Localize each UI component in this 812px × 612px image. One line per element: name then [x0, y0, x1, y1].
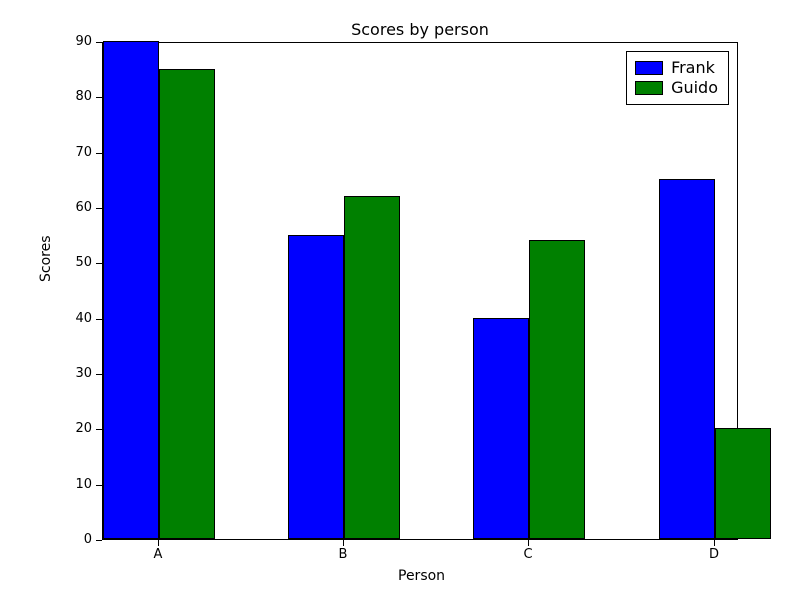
ytick-label: 30 — [72, 367, 92, 381]
plot-area: Frank Guido — [102, 42, 738, 540]
xtick-label: A — [154, 548, 163, 562]
ytick-label: 80 — [72, 90, 92, 104]
legend: Frank Guido — [626, 51, 729, 105]
ytick-label: 0 — [72, 533, 92, 547]
bar-frank-a — [103, 41, 159, 539]
legend-label-frank: Frank — [671, 58, 715, 78]
legend-label-guido: Guido — [671, 78, 718, 98]
xtick-label: D — [709, 548, 719, 562]
xtick-label: B — [339, 548, 348, 562]
legend-item-frank: Frank — [635, 58, 718, 78]
ytick — [96, 208, 102, 209]
ytick — [96, 97, 102, 98]
ytick — [96, 485, 102, 486]
xtick — [714, 540, 715, 546]
ytick-label: 20 — [72, 422, 92, 436]
ytick-label: 10 — [72, 478, 92, 492]
bar-frank-d — [659, 179, 715, 539]
bar-guido-c — [529, 240, 585, 539]
legend-swatch-guido — [635, 81, 663, 95]
xtick — [158, 540, 159, 546]
ytick-label: 90 — [72, 35, 92, 49]
chart-title: Scores by person — [351, 20, 489, 39]
ytick — [96, 42, 102, 43]
xtick-label: C — [523, 548, 532, 562]
xtick — [528, 540, 529, 546]
ytick — [96, 429, 102, 430]
bar-frank-c — [473, 318, 529, 539]
y-axis-title: Scores — [38, 235, 54, 282]
bar-guido-d — [715, 428, 771, 539]
legend-item-guido: Guido — [635, 78, 718, 98]
ytick — [96, 374, 102, 375]
ytick-label: 70 — [72, 146, 92, 160]
ytick — [96, 540, 102, 541]
ytick-label: 50 — [72, 256, 92, 270]
bar-frank-b — [288, 235, 344, 539]
x-axis-title: Person — [398, 568, 445, 584]
ytick — [96, 153, 102, 154]
legend-swatch-frank — [635, 61, 663, 75]
xtick — [343, 540, 344, 546]
bar-guido-a — [159, 69, 215, 539]
chart-root: Scores by person Frank Guido — [0, 0, 812, 612]
ytick — [96, 263, 102, 264]
ytick-label: 40 — [72, 312, 92, 326]
ytick — [96, 319, 102, 320]
ytick-label: 60 — [72, 201, 92, 215]
bar-guido-b — [344, 196, 400, 539]
